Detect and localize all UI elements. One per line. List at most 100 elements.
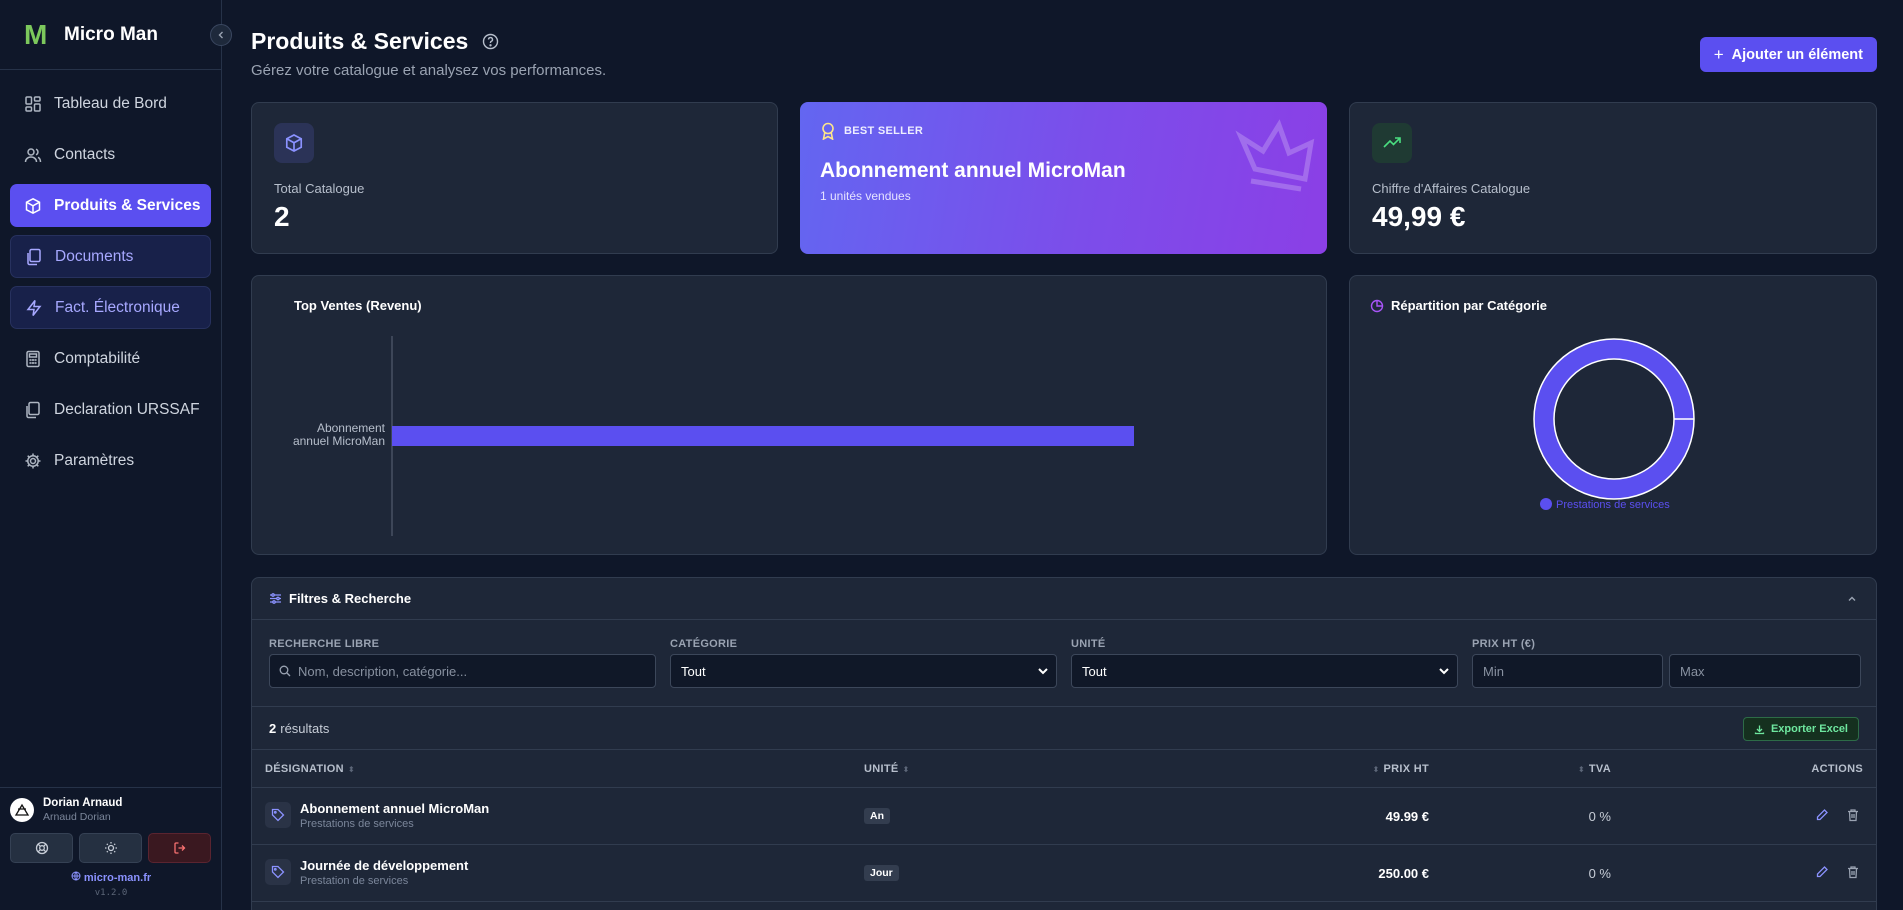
column-tva-label: TVA	[1588, 763, 1611, 775]
column-tva[interactable]: ⬍ TVA	[1578, 763, 1611, 775]
legend-swatch	[1540, 498, 1552, 510]
user-name: Dorian Arnaud	[43, 797, 123, 809]
download-icon	[1754, 725, 1765, 734]
row-price: 49.99 €	[1385, 809, 1429, 824]
table-row[interactable]: Journée de développement Prestation de s…	[252, 845, 1876, 902]
kpi-revenue: Chiffre d'Affaires Catalogue 49,99 €	[1349, 102, 1877, 254]
chevron-up-icon[interactable]	[1846, 593, 1858, 605]
price-label: PRIX HT (€)	[1472, 638, 1536, 650]
kpi-icon-box	[274, 123, 314, 163]
sidebar-item-products[interactable]: Produits & Services	[10, 184, 211, 227]
column-actions-label: ACTIONS	[1811, 763, 1863, 775]
sidebar-item-label: Fact. Électronique	[55, 298, 180, 316]
row-tva: 0 %	[1588, 866, 1611, 881]
search-placeholder: Nom, description, catégorie...	[298, 663, 468, 679]
sidebar-item-label: Comptabilité	[54, 349, 141, 367]
add-item-button[interactable]: + Ajouter un élément	[1699, 37, 1877, 72]
kpi-value: 49,99 €	[1372, 201, 1466, 232]
edit-icon[interactable]	[1815, 865, 1829, 879]
sidebar-item-settings[interactable]: Paramètres	[10, 439, 211, 482]
sidebar-item-urssaf[interactable]: Declaration URSSAF	[10, 388, 211, 431]
sidebar-item-label: Documents	[55, 247, 134, 265]
sidebar: M Micro Man Tableau de Bord Contacts Pro…	[0, 0, 232, 910]
dashboard-icon	[25, 95, 41, 112]
sidebar-item-dashboard[interactable]: Tableau de Bord	[10, 82, 211, 125]
plus-icon: +	[1713, 44, 1724, 64]
bar-0	[392, 426, 1134, 446]
user-profile[interactable]: Dorian Arnaud Arnaud Dorian	[10, 797, 212, 823]
lightning-icon	[26, 299, 42, 316]
column-unit-label: UNITÉ	[864, 763, 899, 775]
price-max-input[interactable]: Max	[1669, 654, 1861, 688]
globe-icon	[71, 871, 81, 881]
site-link-text: micro-man.fr	[83, 872, 152, 884]
column-designation-label: DÉSIGNATION	[265, 763, 344, 775]
tag-icon-box	[265, 802, 291, 828]
avatar	[10, 798, 34, 822]
category-tick-label: Abonnement annuel MicroMan	[293, 421, 386, 448]
app-version: v1.2.0	[94, 888, 128, 898]
sidebar-item-contacts[interactable]: Contacts	[10, 133, 211, 176]
sliders-icon	[270, 593, 281, 604]
gear-icon	[25, 453, 41, 468]
trash-icon[interactable]	[1846, 865, 1860, 879]
search-icon	[279, 665, 291, 677]
theme-toggle-button[interactable]	[79, 833, 142, 863]
price-min-placeholder: Min	[1483, 663, 1504, 679]
row-name: Journée de développement	[300, 858, 469, 873]
app-name: Micro Man	[64, 23, 158, 45]
export-excel-label: Exporter Excel	[1770, 723, 1848, 735]
tag-icon-box	[265, 859, 291, 885]
export-excel-button[interactable]: Exporter Excel	[1742, 717, 1859, 741]
row-category: Prestations de services	[300, 818, 414, 830]
search-label: RECHERCHE LIBRE	[269, 638, 380, 650]
sort-icon: ⬍	[1577, 764, 1585, 774]
search-input[interactable]: Nom, description, catégorie...	[269, 654, 656, 688]
site-link[interactable]: micro-man.fr	[10, 871, 212, 884]
chevron-down-icon	[1038, 668, 1048, 675]
price-min-input[interactable]: Min	[1472, 654, 1663, 688]
sort-icon: ⬍	[902, 764, 910, 774]
user-subtitle: Arnaud Dorian	[43, 811, 111, 823]
documents-icon	[27, 248, 41, 265]
tag-icon	[271, 865, 285, 879]
trending-up-icon	[1383, 137, 1401, 148]
sun-icon	[104, 842, 117, 854]
top-sales-chart-card: Top Ventes (Revenu) Abonnement annuel Mic…	[251, 275, 1327, 555]
lifebuoy-icon	[35, 841, 48, 855]
category-select-value: Tout	[681, 663, 706, 679]
table-header: DÉSIGNATION ⬍ UNITÉ ⬍ ⬍ PRIX HT ⬍ TVA ACTION…	[252, 750, 1876, 788]
column-price-label: PRIX HT	[1383, 763, 1429, 775]
category-select[interactable]: Tout	[670, 654, 1057, 688]
column-actions: ACTIONS	[1811, 763, 1863, 775]
unit-badge: Jour	[864, 865, 899, 881]
sidebar-item-label: Declaration URSSAF	[54, 400, 200, 418]
logout-icon	[173, 842, 185, 854]
package-icon	[25, 197, 41, 214]
results-bar: 2 résultats Exporter Excel	[252, 706, 1876, 750]
logout-button[interactable]	[148, 833, 211, 863]
sidebar-item-label: Produits & Services	[54, 196, 201, 214]
best-seller-tag-text: BEST SELLER	[844, 125, 924, 137]
category-tick-line: Abonnement	[317, 421, 386, 435]
trash-icon[interactable]	[1846, 808, 1860, 822]
column-unit[interactable]: UNITÉ ⬍	[864, 763, 910, 775]
unit-select[interactable]: Tout	[1071, 654, 1458, 688]
sidebar-item-accounting[interactable]: Comptabilité	[10, 337, 211, 380]
help-icon[interactable]	[482, 33, 499, 50]
column-designation[interactable]: DÉSIGNATION ⬍	[265, 763, 355, 775]
sidebar-item-documents[interactable]: Documents	[10, 235, 211, 278]
unit-badge: An	[864, 808, 890, 824]
kpi-total-catalogue: Total Catalogue 2	[251, 102, 778, 254]
best-seller-name: Abonnement annuel MicroMan	[820, 159, 1126, 182]
best-seller-tag: BEST SELLER	[820, 122, 923, 140]
app-logo: M	[24, 18, 48, 50]
best-seller-card: BEST SELLER Abonnement annuel MicroMan 1…	[800, 102, 1327, 254]
sidebar-item-einvoice[interactable]: Fact. Électronique	[10, 286, 211, 329]
column-price[interactable]: ⬍ PRIX HT	[1372, 763, 1429, 775]
filters-header[interactable]: Filtres & Recherche	[252, 578, 1876, 620]
edit-icon[interactable]	[1815, 808, 1829, 822]
support-button[interactable]	[10, 833, 73, 863]
table-row[interactable]: Abonnement annuel MicroMan Prestations d…	[252, 788, 1876, 845]
kpi-label: Chiffre d'Affaires Catalogue	[1372, 181, 1531, 196]
